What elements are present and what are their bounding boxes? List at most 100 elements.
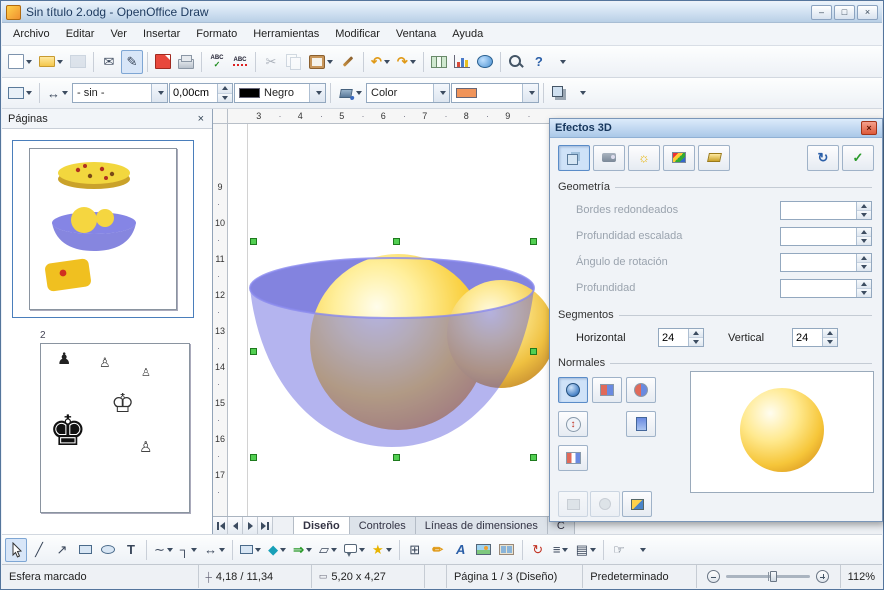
field-spinner[interactable] bbox=[780, 279, 872, 298]
two-sided-illumination-button[interactable] bbox=[626, 411, 656, 437]
lines-arrows-button[interactable]: ↔ bbox=[201, 538, 228, 562]
dialog-close-button[interactable]: × bbox=[861, 121, 877, 135]
line-style-combobox[interactable]: - sin - bbox=[72, 83, 168, 103]
perspective-toggle-button[interactable] bbox=[622, 491, 652, 517]
field-input[interactable] bbox=[781, 254, 856, 271]
glue-points-button[interactable]: ✏ bbox=[427, 538, 449, 562]
email-button[interactable]: ✉ bbox=[98, 50, 120, 74]
normals-object-specific-button[interactable] bbox=[558, 377, 588, 403]
field-spinner[interactable] bbox=[780, 201, 872, 220]
toolbar-options-button[interactable] bbox=[571, 81, 593, 105]
object-size-cell[interactable]: ▭ 5,20 x 4,27 bbox=[312, 565, 425, 588]
line-width-field[interactable] bbox=[169, 83, 233, 103]
arrow-tool-button[interactable]: ↗ bbox=[51, 538, 73, 562]
menu-item[interactable]: Herramientas bbox=[245, 25, 327, 43]
first-page-tab-button[interactable] bbox=[213, 517, 228, 534]
textures-tab-button[interactable] bbox=[663, 145, 695, 171]
stars-button[interactable]: ★ bbox=[369, 538, 395, 562]
flowchart-button[interactable]: ▱ bbox=[316, 538, 340, 562]
shadow-toggle-button[interactable] bbox=[548, 81, 570, 105]
horizontal-segments-spinner[interactable] bbox=[658, 328, 704, 347]
chart-button[interactable] bbox=[451, 50, 473, 74]
convert-to-lathe-button[interactable] bbox=[590, 491, 620, 517]
auto-spellcheck-button[interactable]: ABC bbox=[229, 50, 251, 74]
table-button[interactable] bbox=[428, 50, 450, 74]
selection-handle[interactable] bbox=[250, 454, 257, 461]
last-page-tab-button[interactable] bbox=[258, 517, 273, 534]
dropdown-button[interactable] bbox=[309, 84, 325, 102]
toolbar-options-button[interactable] bbox=[551, 50, 573, 74]
minimize-button[interactable]: – bbox=[811, 5, 832, 20]
panel-close-icon[interactable]: × bbox=[196, 113, 206, 125]
spin-buttons[interactable] bbox=[856, 228, 871, 245]
spin-buttons[interactable] bbox=[688, 329, 703, 346]
undo-button[interactable]: ↶ bbox=[368, 50, 393, 74]
selection-handle[interactable] bbox=[530, 454, 537, 461]
area-style-button[interactable] bbox=[335, 81, 365, 105]
help-button[interactable]: ? bbox=[528, 50, 550, 74]
block-arrows-button[interactable]: ⇒ bbox=[290, 538, 315, 562]
previous-page-tab-button[interactable] bbox=[228, 517, 243, 534]
select-tool-button[interactable] bbox=[5, 538, 27, 562]
horizontal-segments-input[interactable] bbox=[659, 329, 688, 346]
copy-button[interactable] bbox=[283, 50, 305, 74]
zoom-slider-track[interactable] bbox=[726, 575, 810, 578]
arrow-style-button[interactable]: ↔ bbox=[44, 81, 71, 105]
next-page-tab-button[interactable] bbox=[243, 517, 258, 534]
zoom-out-button[interactable] bbox=[707, 570, 720, 583]
invert-normals-button[interactable]: ↕ bbox=[558, 411, 588, 437]
field-spinner[interactable] bbox=[780, 227, 872, 246]
field-input[interactable] bbox=[781, 202, 856, 219]
selection-handle[interactable] bbox=[530, 348, 537, 355]
zoom-in-button[interactable] bbox=[816, 570, 829, 583]
rectangle-tool-button[interactable] bbox=[74, 538, 96, 562]
open-button[interactable] bbox=[36, 50, 66, 74]
save-button[interactable] bbox=[67, 50, 89, 74]
connector-tool-button[interactable]: ┐ bbox=[177, 538, 200, 562]
field-spinner[interactable] bbox=[780, 253, 872, 272]
page-thumbnail-2[interactable]: 2 ♟ ♙ ♙ ♔ ♚ ♙ bbox=[12, 330, 202, 520]
spin-buttons[interactable] bbox=[856, 280, 871, 297]
convert-to-3d-button[interactable] bbox=[558, 491, 588, 517]
close-button[interactable]: × bbox=[857, 5, 878, 20]
fontwork-button[interactable]: A bbox=[450, 538, 472, 562]
edit-points-button[interactable]: ⊞ bbox=[404, 538, 426, 562]
dropdown-button[interactable] bbox=[433, 84, 449, 102]
edit-file-button[interactable]: ✎ bbox=[121, 50, 143, 74]
selection-handle[interactable] bbox=[393, 454, 400, 461]
page-indicator[interactable]: Página 1 / 3 (Diseño) bbox=[447, 565, 583, 588]
dialog-title-bar[interactable]: Efectos 3D × bbox=[550, 119, 882, 138]
menu-item[interactable]: Editar bbox=[58, 25, 103, 43]
align-button[interactable]: ≡ bbox=[550, 538, 572, 562]
menu-item[interactable]: Modificar bbox=[327, 25, 388, 43]
title-bar[interactable]: Sin título 2.odg - OpenOffice Draw – □ × bbox=[2, 2, 882, 23]
menu-item[interactable]: Ayuda bbox=[444, 25, 491, 43]
menu-item[interactable]: Formato bbox=[188, 25, 245, 43]
vertical-segments-input[interactable] bbox=[793, 329, 822, 346]
dropdown-button[interactable] bbox=[151, 84, 167, 102]
selection-handle[interactable] bbox=[250, 348, 257, 355]
page-thumbnail-1[interactable] bbox=[12, 140, 194, 318]
line-width-input[interactable] bbox=[170, 84, 217, 102]
zoom-level[interactable]: 112% bbox=[841, 565, 882, 588]
line-tool-button[interactable]: ╱ bbox=[28, 538, 50, 562]
selection-handle[interactable] bbox=[530, 238, 537, 245]
cut-button[interactable]: ✂ bbox=[260, 50, 282, 74]
export-pdf-button[interactable] bbox=[152, 50, 174, 74]
insert-picture-button[interactable] bbox=[473, 538, 495, 562]
normals-spherical-button[interactable] bbox=[626, 377, 656, 403]
callouts-button[interactable] bbox=[341, 538, 368, 562]
curve-tool-button[interactable]: ∼ bbox=[151, 538, 176, 562]
fill-type-combobox[interactable]: Color bbox=[366, 83, 450, 103]
dropdown-button[interactable] bbox=[522, 84, 538, 102]
maximize-button[interactable]: □ bbox=[834, 5, 855, 20]
spin-buttons[interactable] bbox=[856, 202, 871, 219]
field-input[interactable] bbox=[781, 280, 856, 297]
hyperlink-button[interactable] bbox=[474, 50, 496, 74]
redo-button[interactable]: ↷ bbox=[394, 50, 419, 74]
interaction-button[interactable]: ☞ bbox=[608, 538, 630, 562]
vertical-segments-spinner[interactable] bbox=[792, 328, 838, 347]
assign-button[interactable]: ✓ bbox=[842, 145, 874, 171]
double-sided-button[interactable] bbox=[558, 445, 588, 471]
menu-item[interactable]: Ver bbox=[102, 25, 135, 43]
